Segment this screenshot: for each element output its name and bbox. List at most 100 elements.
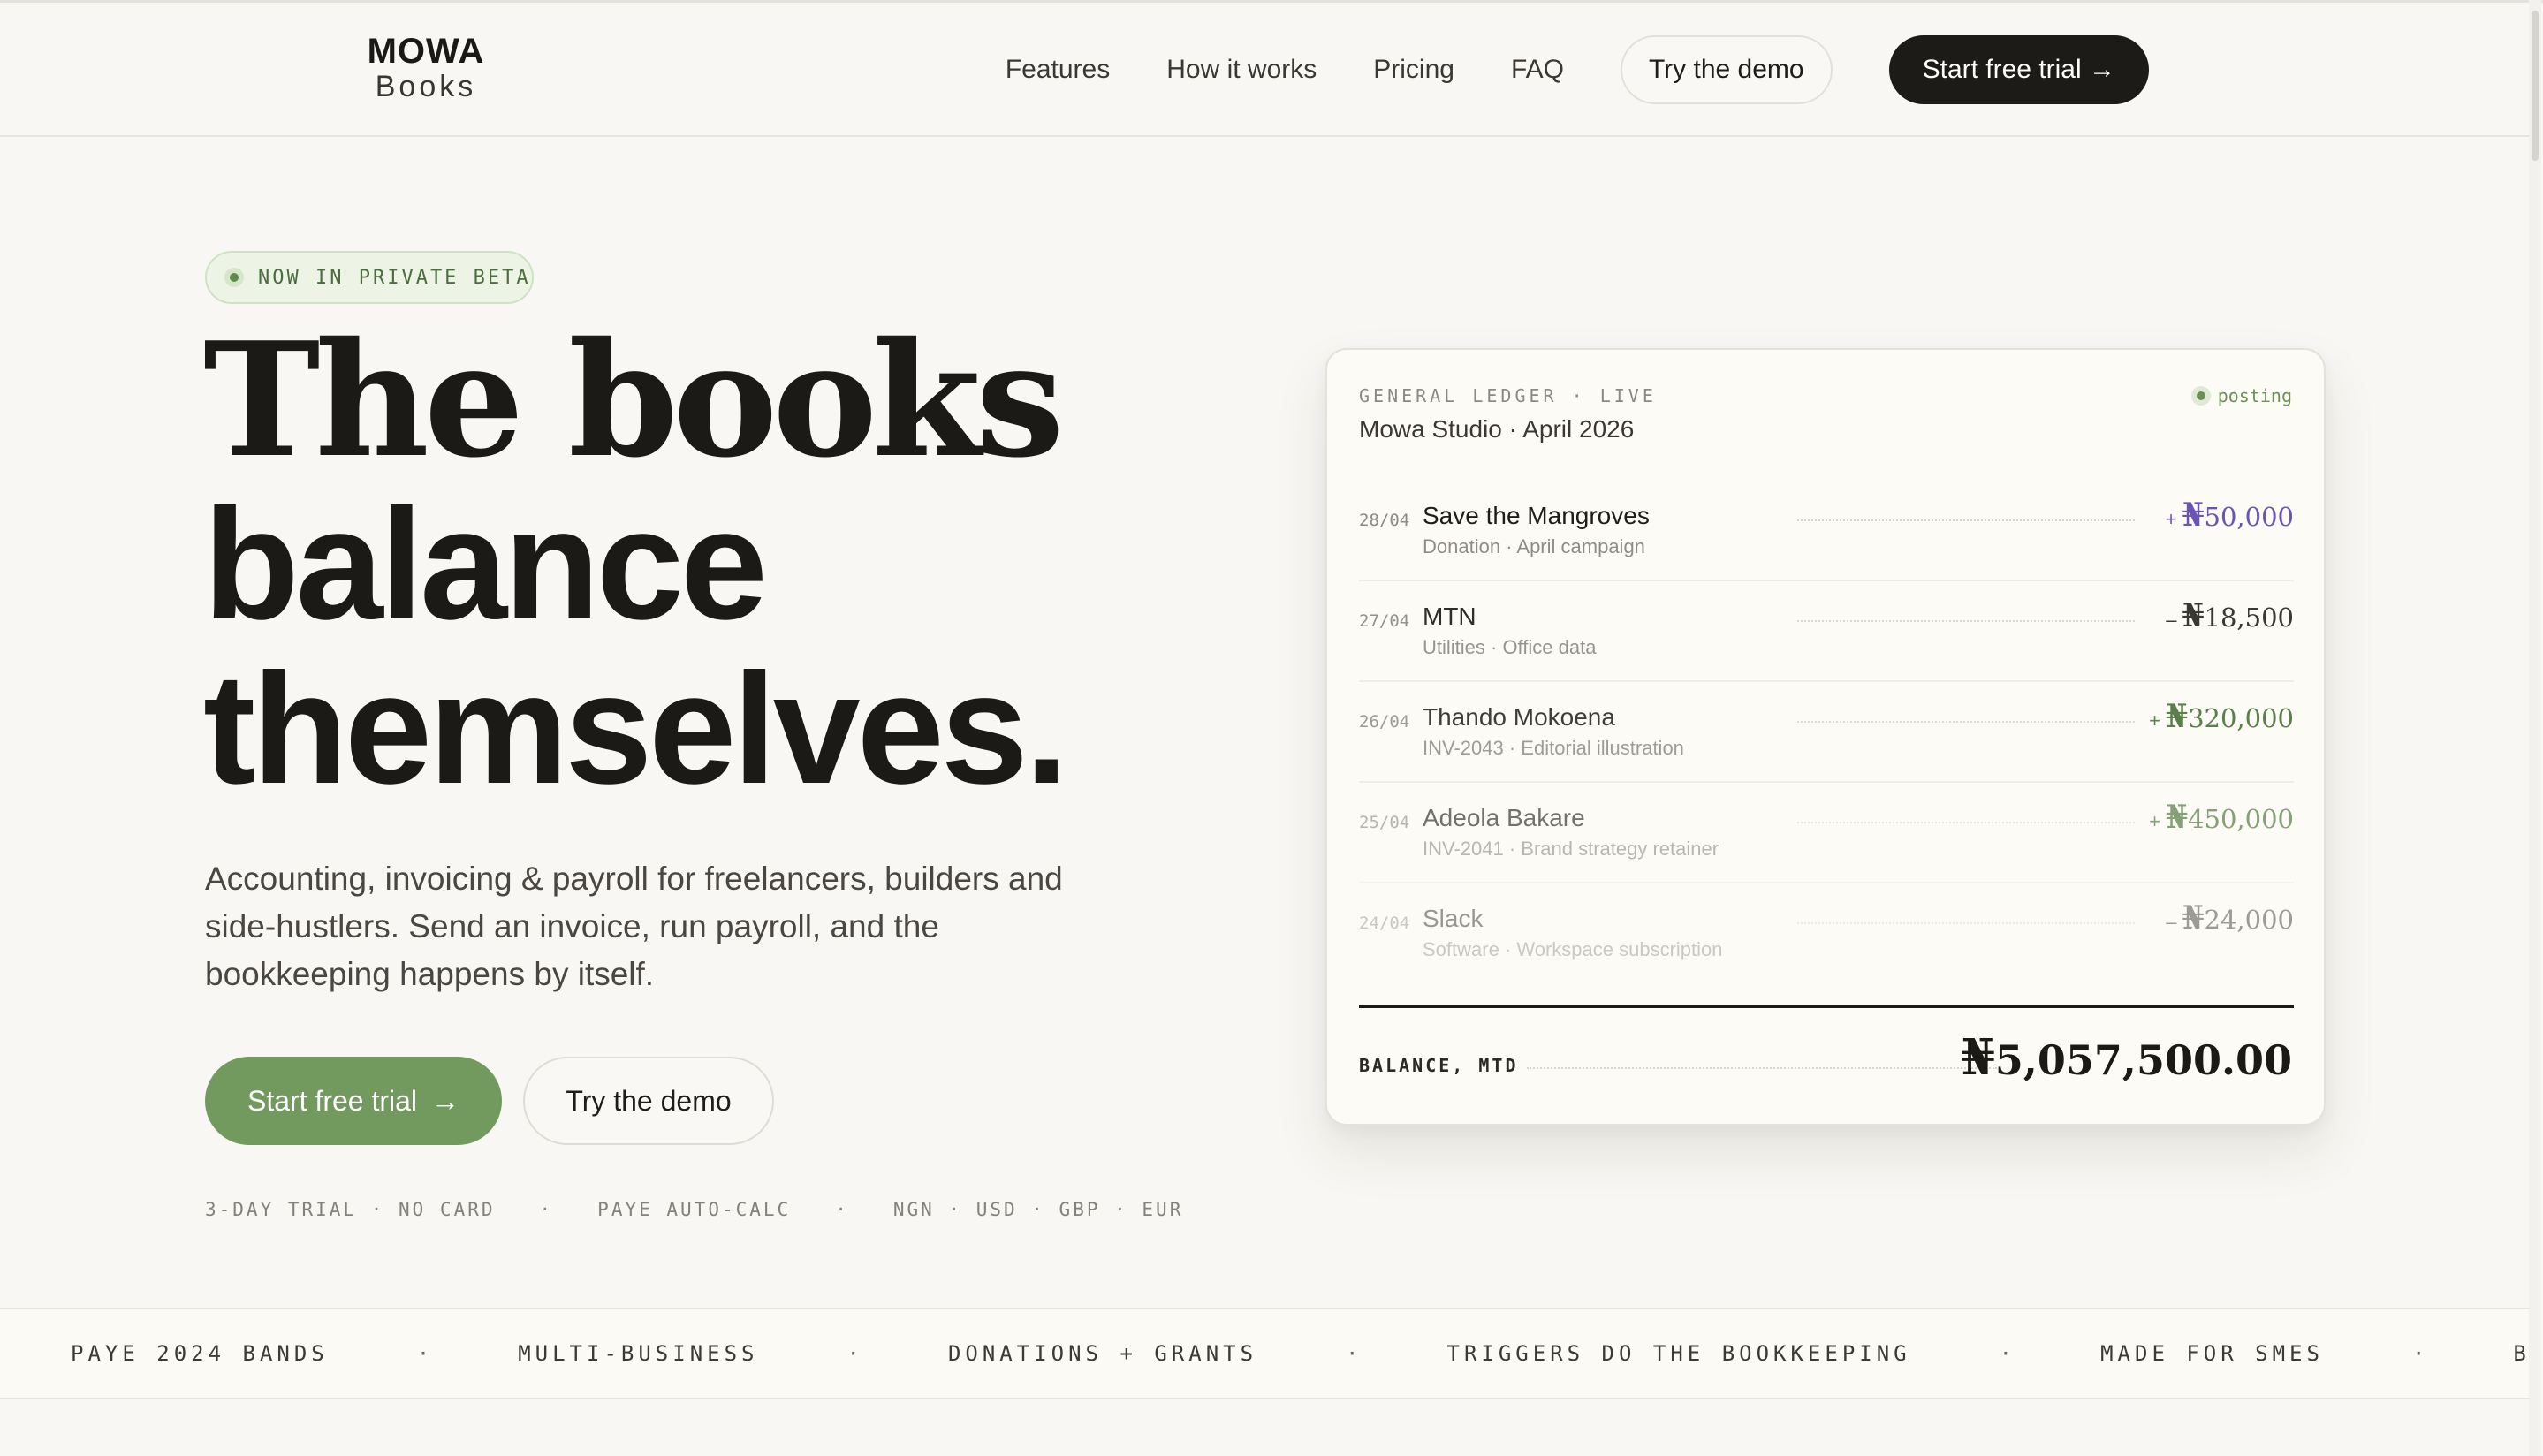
naira-symbol: ₦ [1960,1028,1995,1087]
fact-separator: · [539,1199,554,1220]
entry-amount: – ₦18,500 [2166,597,2294,634]
entry-date: 24/04 [1359,914,1410,933]
entry-date: 27/04 [1359,611,1410,631]
entry-sign: + [2165,508,2177,530]
entry-name: Adeola Bakare [1423,804,1585,831]
balance-label: BALANCE, MTD [1359,1055,1519,1076]
entry-sign: – [2166,911,2177,933]
balance-divider [1359,1005,2294,1008]
balance-value: ₦5,057,500.00 [1961,1028,2292,1087]
leader-dots [1527,1067,1997,1069]
entry-amount-value: 18,500 [2204,603,2294,633]
leader-dots [1797,922,2135,924]
ledger-eyebrow: GENERAL LEDGER · LIVE [1359,385,1657,406]
entry-amount-value: 320,000 [2188,703,2294,733]
hero-try-demo-button[interactable]: Try the demo [523,1057,774,1145]
ledger-row: 26/04 Thando Mokoena INV-2043 · Editoria… [1359,682,2294,783]
entry-amount: – ₦24,000 [2166,899,2294,937]
hero-facts: 3-DAY TRIAL · NO CARD · PAYE AUTO-CALC ·… [205,1196,1183,1223]
nav-try-demo-button[interactable]: Try the demo [1620,35,1833,104]
entry-meta: Software · Workspace subscription [1423,938,1723,960]
marquee-separator: · [1999,1341,2013,1366]
entry-meta: INV-2041 · Brand strategy retainer [1423,838,1719,860]
marquee-item: MULTI-BUSINESS [518,1341,759,1366]
leader-dots [1797,721,2135,723]
headline-line-3: themselves. [203,641,1068,816]
entry-amount-value: 50,000 [2204,502,2294,532]
hero-headline: The books balance themselves. [203,318,1264,811]
ledger-entries: 28/04 Save the Mangroves Donation · Apri… [1359,481,2294,984]
ledger-row: 24/04 Slack Software · Workspace subscri… [1359,883,2294,984]
entry-name: Thando Mokoena [1423,703,1615,731]
page-scrollbar[interactable] [2529,0,2541,1456]
entry-name: Slack [1423,905,1484,932]
logo-wordmark-top: MOWA [367,32,485,71]
leader-dots [1797,519,2135,521]
fact-trial: 3-DAY TRIAL · NO CARD [205,1199,496,1220]
marquee-item: DONATIONS + GRANTS [947,1341,1258,1366]
posting-status-label: posting [2217,385,2292,406]
posting-status: posting [2190,385,2292,406]
entry-meta: INV-2043 · Editorial illustration [1423,737,1684,759]
top-nav: MOWA Books Features How it works Pricing… [0,3,2529,137]
logo[interactable]: MOWA Books [364,33,488,103]
entry-meta: Donation · April campaign [1423,535,1645,557]
headline-line-2: balance [203,476,768,652]
ledger-row: 28/04 Save the Mangroves Donation · Apri… [1359,481,2294,581]
posting-dot-icon [2190,386,2211,406]
marquee-separator: · [846,1341,860,1366]
beta-badge-label: NOW IN PRIVATE BETA [258,266,531,289]
entry-amount-value: 450,000 [2188,804,2294,834]
marquee-separator: · [2411,1341,2425,1366]
entry-amount: + ₦450,000 [2149,799,2294,836]
hero-subtitle: Accounting, invoicing & payroll for free… [205,861,1063,992]
entry-amount: + ₦320,000 [2149,698,2294,735]
fact-separator: · [835,1199,849,1220]
nav-start-trial-button[interactable]: Start free trial → [1888,35,2149,104]
balance-amount: 5,057,500.00 [1994,1036,2292,1084]
naira-symbol: ₦ [2182,497,2205,534]
fact-currencies: NGN · USD · GBP · EUR [892,1199,1184,1220]
entry-sign: – [2166,609,2177,631]
leader-dots [1797,822,2135,823]
entry-amount-value: 24,000 [2204,905,2294,935]
marquee-track: PAYE 2024 BANDS · MULTI-BUSINESS · DONAT… [71,1309,2529,1398]
nav-link-faq[interactable]: FAQ [1511,55,1564,85]
naira-symbol: ₦ [2182,899,2205,937]
entry-sign: + [2149,709,2160,732]
marquee-item: MADE FOR SMES [2100,1341,2324,1366]
ledger-card: GENERAL LEDGER · LIVE posting Mowa Studi… [1325,348,2326,1126]
naira-symbol: ₦ [2182,597,2205,634]
logo-wordmark-bottom: Books [375,70,477,103]
entry-amount: + ₦50,000 [2166,497,2294,534]
entry-name: MTN [1423,603,1476,630]
nav-link-features[interactable]: Features [1006,55,1110,85]
naira-symbol: ₦ [2166,799,2189,836]
entry-date: 28/04 [1359,511,1410,530]
entry-sign: + [2149,810,2160,832]
fact-paye: PAYE AUTO-CALC [597,1199,792,1220]
naira-symbol: ₦ [2166,698,2189,735]
entry-date: 25/04 [1359,813,1410,832]
nav-link-how-it-works[interactable]: How it works [1166,55,1317,85]
ledger-title: Mowa Studio · April 2026 [1359,415,1635,443]
marquee-item: TRIGGERS DO THE BOOKKEEPING [1446,1341,1911,1366]
ledger-row: 27/04 MTN Utilities · Office data – ₦18,5… [1359,581,2294,682]
marquee-item: PAYE 2024 BANDS [71,1341,329,1366]
leader-dots [1797,620,2135,622]
nav-link-pricing[interactable]: Pricing [1373,55,1454,85]
entry-meta: Utilities · Office data [1423,636,1597,658]
hero-start-trial-label: Start free trial [247,1084,418,1117]
ledger-row: 25/04 Adeola Bakare INV-2041 · Brand str… [1359,783,2294,883]
scrollbar-thumb[interactable] [2532,11,2539,161]
headline-line-1: The books [203,307,1065,492]
nav-links: Features How it works Pricing FAQ Try th… [1006,34,2149,105]
marquee-item: BUILT IN L [2513,1341,2529,1366]
entry-name: Save the Mangroves [1423,502,1650,529]
marquee-separator: · [1346,1341,1359,1366]
entry-date: 26/04 [1359,712,1410,732]
hero-start-trial-button[interactable]: Start free trial → [205,1057,502,1145]
beta-badge: NOW IN PRIVATE BETA [205,251,534,304]
status-dot-icon [224,268,244,287]
arrow-right-icon: → [431,1084,460,1117]
